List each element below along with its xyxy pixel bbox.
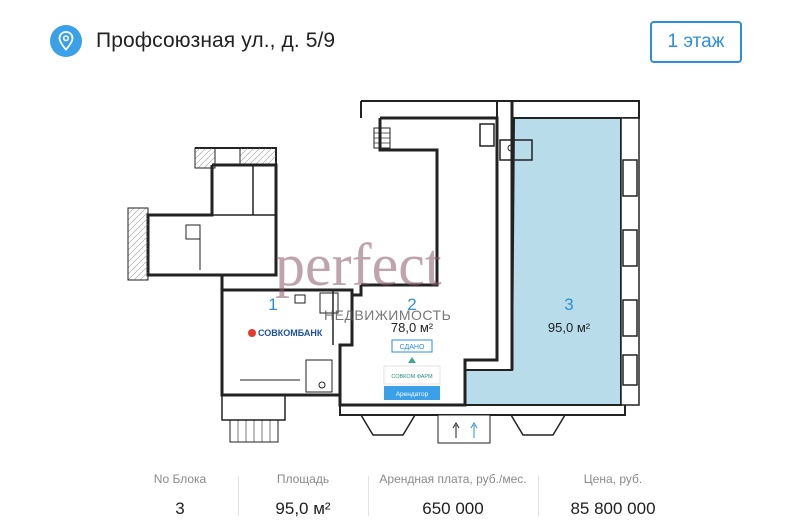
block-1-number[interactable]: 1 xyxy=(268,295,277,314)
up-arrow-icon xyxy=(408,357,416,363)
stats-bar: No Блока 3 Площадь 95,0 м² Арендная плат… xyxy=(0,466,796,530)
floor-selector-button[interactable]: 1 этаж xyxy=(650,21,742,63)
block-2-number[interactable]: 2 xyxy=(407,295,416,314)
floor-plan: perfect НЕДВИЖИМОСТЬ 1 СОВКОМБАНК 2 78,0… xyxy=(0,95,796,455)
location-pin-icon xyxy=(50,25,82,57)
area-value: 95,0 м² xyxy=(275,499,331,518)
price-value: 85 800 000 xyxy=(570,499,656,518)
address-title: Профсоюзная ул., д. 5/9 xyxy=(96,29,336,52)
sovcombank-logo-icon xyxy=(248,329,256,337)
header: Профсоюзная ул., д. 5/9 1 этаж xyxy=(0,0,796,90)
stat-price: Цена, руб. 85 800 000 xyxy=(538,466,688,530)
price-label: Цена, руб. xyxy=(583,472,643,486)
stat-block: No Блока 3 xyxy=(120,466,240,530)
block-3-area: 95,0 м² xyxy=(548,320,591,335)
rent-value: 650 000 xyxy=(422,499,484,518)
block-2-area: 78,0 м² xyxy=(391,320,434,335)
rent-label: Арендная плата, руб./мес. xyxy=(379,472,527,486)
leased-badge-text: СДАНО xyxy=(400,344,425,351)
block-1-tenant-logo: СОВКОМБАНК xyxy=(258,328,323,338)
watermark-brand: perfect xyxy=(275,232,442,298)
stat-area: Площадь 95,0 м² xyxy=(238,466,368,530)
block-number-label: No Блока xyxy=(153,472,207,486)
block-2-tenant-tag: Арендатор xyxy=(396,391,429,398)
block-3-number[interactable]: 3 xyxy=(564,295,573,314)
block-3-area[interactable] xyxy=(464,117,622,406)
stat-rent: Арендная плата, руб./мес. 650 000 xyxy=(368,466,538,530)
area-label: Площадь xyxy=(276,472,330,486)
block-2-tenant-logo: СОВКОМ ФАРМ xyxy=(391,374,433,380)
floor-plan-drawing: perfect НЕДВИЖИМОСТЬ 1 СОВКОМБАНК 2 78,0… xyxy=(127,100,640,444)
block-number-value: 3 xyxy=(175,499,185,518)
